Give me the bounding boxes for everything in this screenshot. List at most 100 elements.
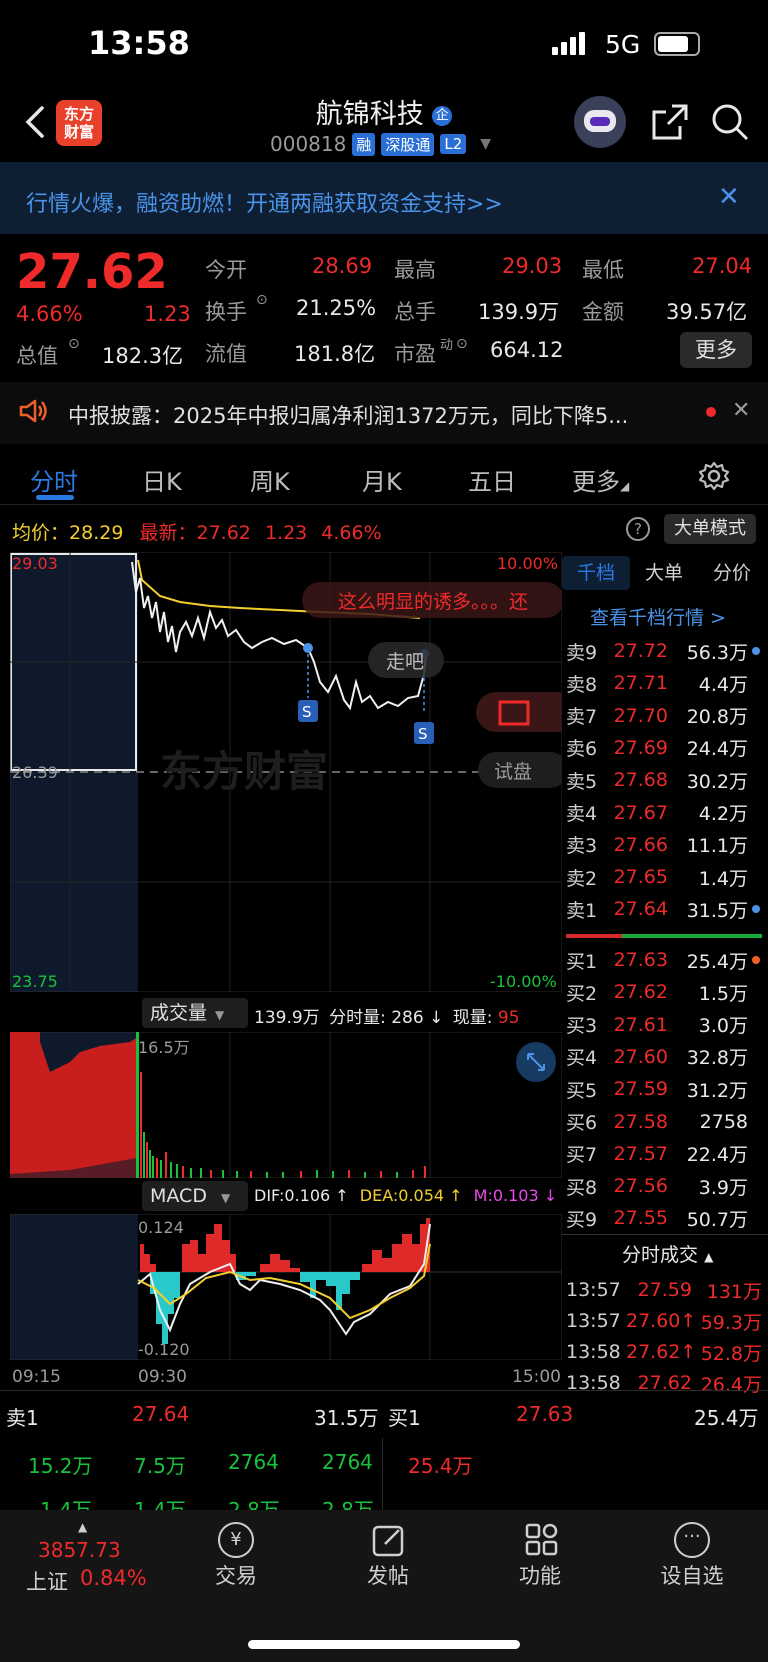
comment-bubble[interactable] <box>476 692 562 732</box>
bid-level: 买4 <box>566 1047 598 1070</box>
trade-row: 13:57 27.60↑ 59.3万 <box>566 1306 766 1336</box>
more-button[interactable]: 更多 <box>680 332 752 368</box>
volume-chart[interactable] <box>10 1032 562 1178</box>
volume-value: 139.9万 <box>478 300 560 324</box>
info-icon[interactable]: ⊙ <box>68 336 80 352</box>
ask-row[interactable]: 卖2 27.65 1.4万 <box>566 862 766 892</box>
change-amount: 1.23 <box>144 302 191 326</box>
bid-row[interactable]: 买8 27.56 3.9万 <box>566 1171 766 1201</box>
bid-volume: 25.4万 <box>686 950 748 973</box>
nav-function[interactable]: 功能 <box>490 1560 590 1590</box>
bid-row[interactable]: 买9 27.55 50.7万 <box>566 1203 766 1233</box>
ask-price: 27.72 <box>613 640 668 662</box>
function-icon[interactable] <box>524 1522 560 1562</box>
ask-price: 27.65 <box>613 866 668 889</box>
search-icon[interactable] <box>710 102 750 146</box>
trade-time: 13:57 <box>566 1279 621 1301</box>
ask-row[interactable]: 卖4 27.67 4.2万 <box>566 798 766 828</box>
bid-row[interactable]: 买3 27.61 3.0万 <box>566 1010 766 1040</box>
macd-indicator-select[interactable]: MACD ▼ <box>142 1181 248 1211</box>
divider <box>0 1390 768 1391</box>
nav-add-watchlist[interactable]: 设自选 <box>642 1560 742 1590</box>
ask-level: 卖8 <box>566 673 598 696</box>
bid-row[interactable]: 买4 27.60 32.8万 <box>566 1042 766 1072</box>
tab-monthly-k[interactable]: 月K <box>362 462 402 497</box>
tab-orderbook-depth[interactable]: 千档 <box>562 556 630 590</box>
signal-icon <box>552 32 585 55</box>
network-type: 5G <box>605 30 641 59</box>
tab-weekly-k[interactable]: 周K <box>250 462 290 497</box>
tab-big-orders[interactable]: 大单 <box>630 556 698 590</box>
ask-row[interactable]: 卖8 27.71 4.4万 <box>566 668 766 698</box>
bid-price: 27.59 <box>613 1078 668 1101</box>
post-icon[interactable] <box>371 1522 407 1562</box>
ask-volume: 4.4万 <box>698 673 748 696</box>
tab-daily-k[interactable]: 日K <box>142 462 182 497</box>
ask-row[interactable]: 卖5 27.68 30.2万 <box>566 765 766 795</box>
ask-row[interactable]: 卖6 27.69 24.4万 <box>566 733 766 763</box>
tab-price-distribution[interactable]: 分价 <box>698 556 766 590</box>
volume-label: 总手 <box>394 300 436 324</box>
bid-level: 买2 <box>566 982 598 1005</box>
ask-price: 27.66 <box>613 833 668 856</box>
notice-text[interactable]: 中报披露：2025年中报归属净利润1372万元，同比下降5... <box>68 400 628 430</box>
promo-banner-text[interactable]: 行情火爆，融资助燃！开通两融获取资金支持>> <box>26 186 503 218</box>
view-depth-link[interactable]: 查看千档行情 > <box>590 603 726 630</box>
ask-row[interactable]: 卖7 27.70 20.8万 <box>566 701 766 731</box>
bid-row[interactable]: 买7 27.57 22.4万 <box>566 1139 766 1169</box>
ask-row[interactable]: 卖9 27.72 56.3万 <box>566 636 766 666</box>
ask-volume: 4.2万 <box>698 803 748 825</box>
turnover-label: 换手 <box>205 300 247 324</box>
bid-level: 买9 <box>566 1208 598 1231</box>
ask-row[interactable]: 卖3 27.66 11.1万 <box>566 830 766 860</box>
orderbook-tabs: 千档 大单 分价 <box>562 556 768 590</box>
home-indicator[interactable] <box>248 1640 520 1649</box>
trade-row: 13:58 27.62↑ 52.8万 <box>566 1337 766 1367</box>
close-icon[interactable]: ✕ <box>718 182 740 212</box>
big-order-mode-button[interactable]: 大单模式 <box>664 514 756 544</box>
tab-five-day[interactable]: 五日 <box>468 462 516 497</box>
bid-row[interactable]: 买6 27.58 2758 <box>566 1107 766 1137</box>
nav-trade[interactable]: 交易 <box>186 1560 286 1590</box>
trade-volume: 59.3万 <box>700 1311 762 1334</box>
ask-level: 卖1 <box>566 899 598 922</box>
bid-row[interactable]: 买5 27.59 31.2万 <box>566 1074 766 1104</box>
tab-more[interactable]: 更多◢ <box>572 462 629 497</box>
trade-icon[interactable]: ¥ <box>218 1522 254 1558</box>
tag-margin: 融 <box>352 132 376 156</box>
ask-volume: 24.4万 <box>686 738 748 761</box>
amount-value: 39.57亿 <box>666 300 748 324</box>
volume-indicator-select[interactable]: 成交量 ▼ <box>142 998 248 1028</box>
stock-code: 000818 <box>270 132 347 156</box>
bid-row[interactable]: 买1 27.63 25.4万 <box>566 945 766 975</box>
settings-gear-icon[interactable] <box>698 460 730 496</box>
robot-assistant-icon[interactable] <box>574 96 626 148</box>
ask-row[interactable]: 卖1 27.64 31.5万 <box>566 894 766 924</box>
ask-volume: 11.1万 <box>686 835 748 858</box>
close-icon[interactable]: ✕ <box>732 398 750 423</box>
nav-post[interactable]: 发帖 <box>338 1560 438 1590</box>
macd-min-label: -0.120 <box>138 1340 190 1359</box>
trade-price: 27.59 <box>637 1279 692 1301</box>
mktcap-value: 182.3亿 <box>102 344 184 368</box>
help-icon[interactable]: ? <box>626 517 650 541</box>
macd-chart[interactable] <box>10 1214 562 1360</box>
trade-price: 27.60↑ <box>626 1310 697 1332</box>
battery-icon <box>654 32 700 56</box>
ask-price: 27.64 <box>613 898 668 921</box>
watchlist-icon[interactable]: ··· <box>674 1522 710 1558</box>
bid-row[interactable]: 买2 27.62 1.5万 <box>566 977 766 1007</box>
tab-intraday[interactable]: 分时 <box>30 462 78 497</box>
enterprise-badge: 企 <box>432 105 453 126</box>
info-icon[interactable]: ⊙ <box>256 292 268 308</box>
intraday-price-chart[interactable]: 东方财富 S S 这么明显的诱多。。。还 走吧 试盘 <box>10 552 562 992</box>
bid-price: 27.61 <box>613 1013 668 1036</box>
info-icon[interactable]: ⊙ <box>456 336 468 352</box>
share-icon[interactable] <box>650 102 690 146</box>
stock-code-row[interactable]: 000818 融 深股通 L2 ▼ <box>270 132 491 156</box>
change-pct: 4.66% <box>16 302 83 326</box>
pe-value: 664.12 <box>490 338 564 362</box>
current-price: 27.62 <box>16 244 168 300</box>
trades-title[interactable]: 分时成交 ▲ <box>622 1240 713 1267</box>
index-ticker[interactable]: ▲ 3857.73 上证 0.84% <box>0 1510 150 1600</box>
